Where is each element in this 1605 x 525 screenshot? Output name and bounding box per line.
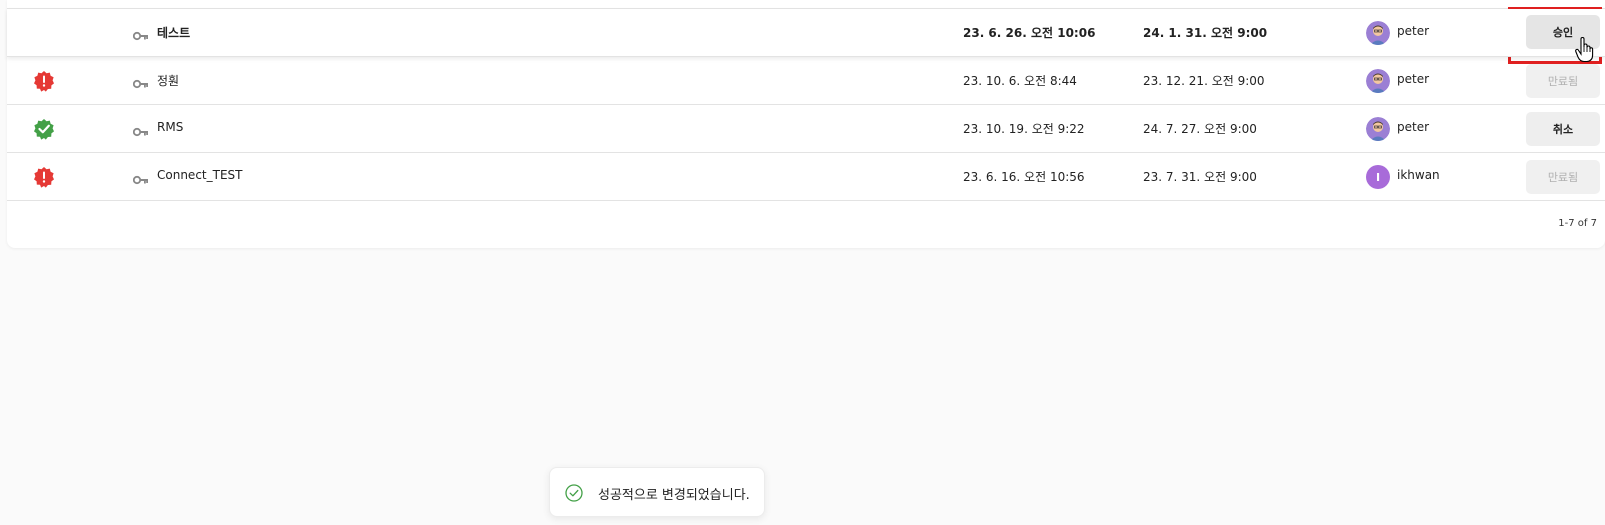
table-row[interactable]: RMS 23. 10. 19. 오전 9:22 24. 7. 27. 오전 9:… <box>7 105 1605 153</box>
toast-message: 성공적으로 변경되었습니다. <box>598 488 750 503</box>
expiry-date: 24. 7. 27. 오전 9:00 <box>1143 122 1257 136</box>
check-circle-icon <box>565 484 583 502</box>
created-date: 23. 6. 16. 오전 10:56 <box>963 170 1085 184</box>
created-date: 23. 10. 6. 오전 8:44 <box>963 74 1077 88</box>
expiry-date: 23. 12. 21. 오전 9:00 <box>1143 74 1265 88</box>
hand-pointer-icon <box>1575 36 1595 63</box>
expired-button: 만료됨 <box>1526 64 1600 98</box>
owner-name: peter <box>1397 24 1430 38</box>
key-name: Connect_TEST <box>157 168 243 182</box>
expiry-date: 23. 7. 31. 오전 9:00 <box>1143 170 1257 184</box>
error-badge-icon <box>33 70 55 92</box>
cancel-button[interactable]: 취소 <box>1526 112 1600 146</box>
toast-notification: 성공적으로 변경되었습니다. <box>549 467 765 517</box>
table-row[interactable]: 정훤 23. 10. 6. 오전 8:44 23. 12. 21. 오전 9:0… <box>7 57 1605 105</box>
owner-name: peter <box>1397 72 1430 86</box>
avatar <box>1366 117 1390 141</box>
expiry-date: 24. 1. 31. 오전 9:00 <box>1143 26 1268 40</box>
expired-button: 만료됨 <box>1526 160 1600 194</box>
created-date: 23. 10. 19. 오전 9:22 <box>963 122 1085 136</box>
verified-badge-icon <box>33 118 55 140</box>
created-date: 23. 6. 26. 오전 10:06 <box>963 26 1096 40</box>
key-name: RMS <box>157 120 184 134</box>
owner-name: peter <box>1397 120 1430 134</box>
key-name: 정훤 <box>157 74 180 88</box>
api-key-table: 테스트 23. 6. 26. 오전 10:06 24. 1. 31. 오전 9:… <box>7 0 1605 248</box>
error-badge-icon <box>33 166 55 188</box>
key-name: 테스트 <box>157 26 191 40</box>
avatar <box>1366 21 1390 45</box>
key-icon <box>132 75 149 89</box>
pagination-label: 1-7 of 7 <box>1558 218 1597 229</box>
avatar: I <box>1366 165 1390 189</box>
avatar <box>1366 69 1390 93</box>
table-row[interactable]: Connect_TEST 23. 6. 16. 오전 10:56 23. 7. … <box>7 153 1605 201</box>
key-icon <box>132 27 149 41</box>
owner-name: ikhwan <box>1397 168 1440 182</box>
key-icon <box>132 171 149 185</box>
key-icon <box>132 123 149 137</box>
table-row[interactable]: 테스트 23. 6. 26. 오전 10:06 24. 1. 31. 오전 9:… <box>7 9 1605 57</box>
